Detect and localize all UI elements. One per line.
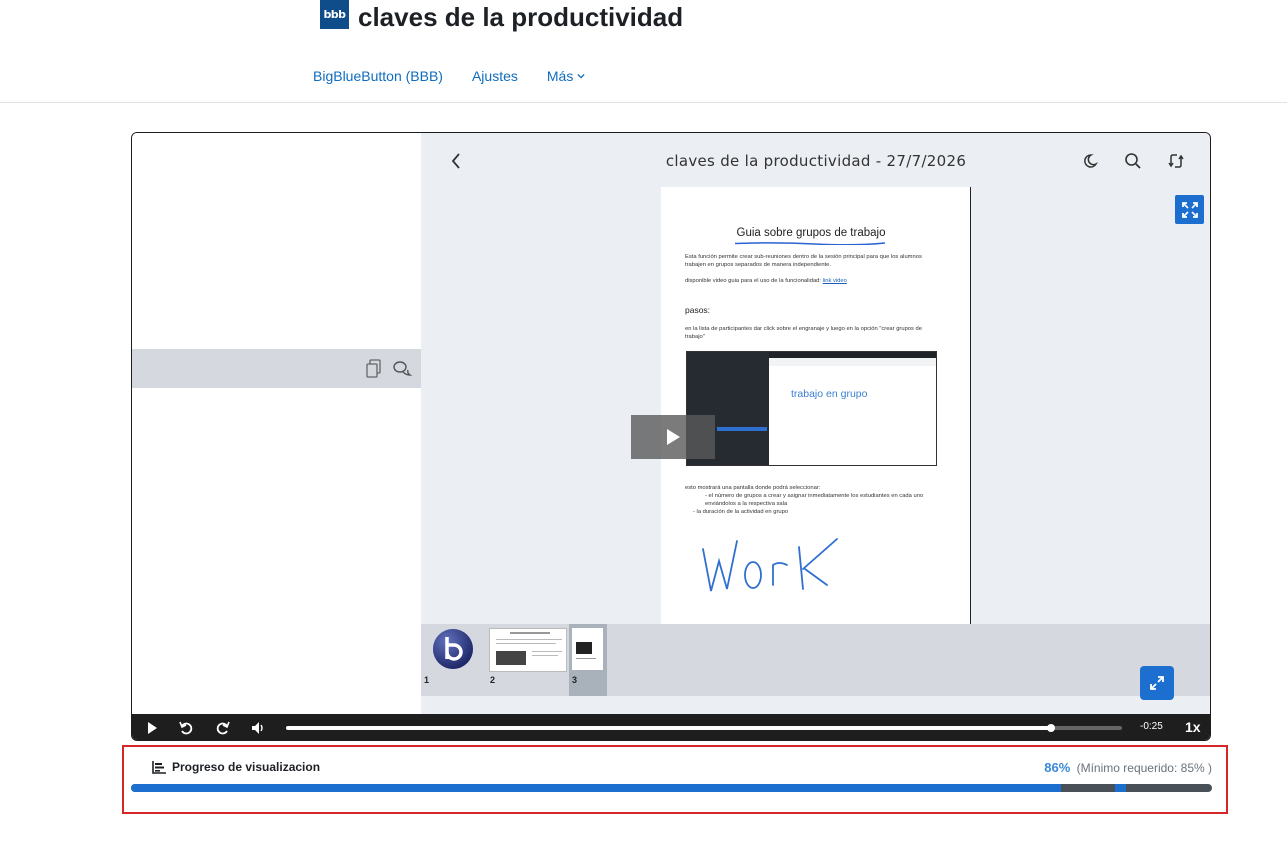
slide-intro: Esta función permite crear sub-reuniones… (685, 254, 922, 268)
slide-screenshot: trabajo en grupo (686, 351, 937, 466)
viewing-progress-panel: Progreso de visualizacion 86% (Mínimo re… (122, 745, 1228, 814)
slide-bullet: - la duración de la actividad en grupo (693, 509, 789, 515)
progress-title-row: Progreso de visualizacion (152, 760, 320, 774)
progress-percent: 86% (1044, 760, 1071, 775)
progress-bar (131, 784, 1212, 792)
thumbnail-line (496, 643, 556, 644)
nav-bigbluebutton[interactable]: BigBlueButton (BBB) (313, 68, 443, 84)
thumbnail-line (532, 651, 562, 652)
side-panel (132, 133, 421, 714)
progress-bar-marker (1114, 784, 1126, 792)
thumbnail-block (496, 651, 526, 665)
thumbnail-number: 1 (424, 675, 430, 685)
thumbnail-3-active[interactable]: 3 (569, 624, 607, 696)
thumbnail-3-image (572, 628, 603, 670)
page-header: bbb claves de la productividad BigBlueBu… (0, 0, 1287, 103)
dark-mode-icon[interactable] (1081, 151, 1101, 171)
bbb-thumbnail-logo (433, 629, 473, 669)
slide-bullet-text: la duración de la actividad en grupo (696, 509, 789, 515)
screenshot-highlight (717, 427, 767, 431)
seek-bar[interactable] (286, 724, 1122, 732)
slide-pasos: pasos: (685, 305, 711, 315)
bar-chart-icon (152, 760, 166, 774)
slide-bullet: - el número de grupos a crear y asignar … (705, 493, 924, 507)
thumbnail-block (576, 642, 592, 654)
screenshot-text: trabajo en grupo (791, 388, 868, 400)
recording-player: claves de la productividad - 27/7/2026 G… (131, 132, 1211, 741)
chevron-down-icon (577, 73, 585, 79)
thumbnail-line (496, 639, 562, 640)
seek-bar-fill (286, 726, 1051, 730)
slide-step-text: en la lista de participantes dar click s… (685, 326, 922, 340)
swap-content-button[interactable] (1140, 666, 1174, 700)
forward-icon[interactable] (215, 720, 231, 736)
progress-title: Progreso de visualizacion (172, 760, 321, 774)
bbb-logo: bbb (320, 0, 349, 29)
play-icon (667, 429, 680, 445)
slide-video-line: disponible video guia para el uso de la … (685, 277, 937, 285)
thumbnail-line (532, 655, 558, 656)
slide-video-link[interactable]: link video (823, 278, 847, 284)
progress-bar-fill (131, 784, 1061, 792)
play-icon[interactable] (144, 720, 160, 736)
time-remaining: -0:25 (1140, 721, 1163, 732)
playback-controls: -0:25 1x (132, 714, 1210, 740)
fullscreen-button[interactable] (1175, 195, 1204, 224)
thumbnail-2-image (489, 628, 567, 672)
slide-heading: Guia sobre grupos de trabajo (736, 227, 886, 239)
thumbnail-2[interactable]: 2 (487, 624, 569, 696)
thumbnail-number: 3 (572, 675, 578, 685)
slide-after-text: esto mostrará una pantalla donde podrá s… (685, 485, 821, 491)
thumbnail-line (576, 658, 596, 659)
thumbnail-line (510, 632, 550, 634)
expand-arrows-icon (1150, 676, 1164, 690)
slide-bullet-text: el número de grupos a crear y asignar in… (705, 493, 924, 507)
progress-summary: 86% (Mínimo requerido: 85% ) (1044, 760, 1212, 775)
side-panel-toolbar (132, 349, 421, 388)
slide-video-text: disponible video guia para el uso de la … (685, 278, 822, 284)
seek-knob[interactable] (1046, 724, 1055, 732)
rewind-icon[interactable] (178, 720, 194, 736)
copy-icon[interactable] (365, 359, 385, 379)
swap-layout-icon[interactable] (1166, 151, 1186, 171)
heading-underline (735, 242, 885, 245)
volume-icon[interactable] (250, 720, 266, 736)
course-nav: BigBlueButton (BBB) Ajustes Más (313, 68, 585, 84)
nav-mas[interactable]: Más (547, 68, 585, 84)
presentation-area: claves de la productividad - 27/7/2026 G… (421, 133, 1210, 714)
handwriting-annotation (702, 538, 838, 592)
thumbnail-number: 2 (490, 675, 496, 685)
thumbnail-1[interactable]: 1 (421, 624, 487, 696)
nav-ajustes[interactable]: Ajustes (472, 68, 518, 84)
nav-mas-label: Más (546, 68, 574, 84)
screenshot-header (769, 358, 936, 366)
expand-icon (1181, 201, 1198, 218)
page-title: claves de la productividad (358, 2, 684, 32)
progress-minimum: (Mínimo requerido: 85% ) (1076, 761, 1212, 775)
slide-page: Guia sobre grupos de trabajo Esta funció… (661, 187, 971, 624)
playback-speed[interactable]: 1x (1185, 719, 1201, 735)
thumbnail-strip: 1 2 3 (421, 624, 1210, 696)
slide-list: esto mostrará una pantalla donde podrá s… (685, 484, 945, 516)
chat-icon[interactable] (392, 359, 413, 379)
search-icon[interactable] (1123, 151, 1143, 171)
play-overlay-button[interactable] (631, 415, 715, 459)
